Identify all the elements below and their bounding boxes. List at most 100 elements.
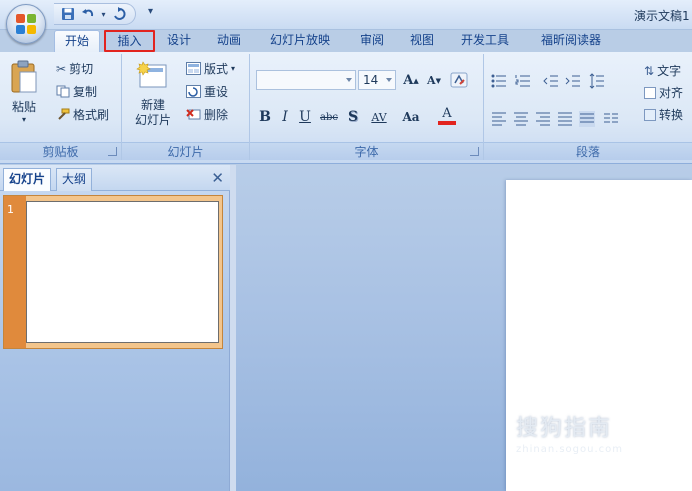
tab-home[interactable]: 开始: [54, 30, 100, 52]
format-painter-button[interactable]: 格式刷: [56, 106, 109, 123]
shrink-font-button[interactable]: A ▼: [424, 69, 444, 91]
format-painter-label: 格式刷: [73, 108, 110, 122]
text-direction-button[interactable]: ⇅ 文字: [644, 62, 681, 79]
new-slide-button[interactable]: 新建 幻灯片: [126, 58, 180, 132]
reset-label: 重设: [204, 85, 229, 99]
tab-insert[interactable]: 插入: [104, 30, 155, 52]
watermark: 搜狗指南 zhinan.sogou.com: [516, 410, 623, 455]
tab-slideshow[interactable]: 幻灯片放映: [260, 30, 340, 52]
align-text-label: 对齐: [659, 86, 684, 100]
copy-icon: [56, 85, 70, 98]
slides-group-label: 幻灯片: [122, 142, 249, 160]
paste-dropdown-icon: ▾: [21, 115, 26, 124]
undo-icon[interactable]: [80, 6, 96, 22]
reset-button[interactable]: 重设: [186, 83, 228, 100]
numbering-icon[interactable]: [514, 72, 532, 90]
new-slide-label-1: 新建: [140, 98, 165, 112]
clipboard-group: 粘贴 ▾ ✂ 剪切 复制 格式刷 剪贴板: [0, 54, 122, 160]
customize-qat-icon[interactable]: ▾: [148, 6, 153, 17]
paste-button[interactable]: 粘贴 ▾: [6, 60, 42, 124]
increase-indent-icon[interactable]: [564, 72, 582, 90]
title-bar: ▾ ▾ 演示文稿1: [0, 0, 692, 30]
quick-access-toolbar: ▾: [54, 3, 136, 25]
text-direction-label: 文字: [657, 64, 682, 78]
paragraph-group: ⇅ 文字 对齐 转换 段落: [484, 54, 692, 160]
font-size-dropdown-icon: [386, 78, 392, 82]
tab-developer[interactable]: 开发工具: [452, 30, 518, 52]
strikethrough-button[interactable]: abc: [316, 106, 342, 128]
delete-icon: [186, 109, 201, 120]
clear-format-button[interactable]: [448, 69, 470, 91]
font-size-combo[interactable]: 14: [358, 70, 396, 90]
distributed-icon[interactable]: [578, 110, 596, 128]
tab-view[interactable]: 视图: [402, 30, 442, 52]
slide-thumbnail[interactable]: [3, 195, 223, 349]
powerpoint-window: ▾ ▾ 演示文稿1 开始 插入 设计 动画 幻灯片放映 审阅 视图 开发工具 福…: [0, 0, 692, 491]
tab-review[interactable]: 审阅: [352, 30, 392, 52]
bold-button[interactable]: B: [256, 106, 274, 128]
slide-number: 1: [7, 203, 14, 216]
slides-group: 新建 幻灯片 版式 ▾ 重设 删除 幻灯片: [122, 54, 250, 160]
justify-icon[interactable]: [556, 110, 574, 128]
pane-tabs: 幻灯片 大纲 ✕: [0, 165, 230, 191]
smartart-icon: [644, 108, 656, 121]
watermark-text: 搜狗指南: [516, 416, 613, 441]
clear-format-icon: [450, 72, 468, 88]
convert-smartart-button[interactable]: 转换: [644, 106, 683, 123]
undo-dropdown-icon[interactable]: ▾: [100, 6, 107, 22]
font-name-dropdown-icon: [346, 78, 352, 82]
tab-design[interactable]: 设计: [160, 30, 198, 52]
layout-button[interactable]: 版式 ▾: [186, 60, 235, 77]
save-icon[interactable]: [60, 6, 76, 22]
delete-button[interactable]: 删除: [186, 106, 228, 123]
redo-icon[interactable]: [111, 6, 127, 22]
close-icon[interactable]: ✕: [211, 169, 224, 187]
font-color-button[interactable]: A: [432, 104, 462, 128]
ribbon-tabs: 开始 插入 设计 动画 幻灯片放映 审阅 视图 开发工具 福昕阅读器: [0, 30, 692, 52]
ribbon: 粘贴 ▾ ✂ 剪切 复制 格式刷 剪贴板 新建 幻灯片 版式 ▾ 重设 删除 幻…: [0, 52, 692, 164]
convert-label: 转换: [659, 108, 684, 122]
font-color-swatch: [438, 121, 456, 125]
tab-slides[interactable]: 幻灯片: [3, 168, 52, 191]
bullets-icon[interactable]: [490, 72, 508, 90]
layout-label: 版式: [204, 62, 229, 76]
tab-foxit-reader[interactable]: 福昕阅读器: [530, 30, 612, 52]
change-case-button[interactable]: Aa: [396, 106, 426, 128]
document-title: 演示文稿1: [634, 9, 690, 23]
copy-button[interactable]: 复制: [56, 83, 97, 100]
text-shadow-button[interactable]: S: [344, 106, 362, 128]
new-slide-label-2: 幻灯片: [134, 113, 171, 127]
office-logo-icon: [16, 14, 36, 34]
align-text-icon: [644, 86, 656, 99]
align-right-icon[interactable]: [534, 110, 552, 128]
char-spacing-button[interactable]: AV: [364, 106, 394, 128]
font-color-label: A: [442, 106, 452, 121]
tab-animations[interactable]: 动画: [209, 30, 249, 52]
underline-button[interactable]: U: [296, 106, 314, 128]
line-spacing-icon[interactable]: [588, 72, 606, 90]
delete-label: 删除: [204, 108, 229, 122]
paste-icon: [11, 60, 37, 93]
clipboard-launcher-icon[interactable]: [108, 147, 117, 156]
font-name-combo[interactable]: [256, 70, 356, 90]
align-center-icon[interactable]: [512, 110, 530, 128]
grow-arrow-icon: ▲: [413, 75, 419, 85]
layout-icon: [186, 62, 201, 75]
align-left-icon[interactable]: [490, 110, 508, 128]
cut-button[interactable]: ✂ 剪切: [56, 60, 93, 77]
office-button[interactable]: [6, 4, 46, 44]
copy-label: 复制: [73, 85, 98, 99]
grow-font-button[interactable]: A ▲: [401, 69, 421, 91]
columns-icon[interactable]: [602, 110, 620, 128]
tab-outline[interactable]: 大纲: [56, 168, 93, 191]
cut-label: 剪切: [69, 62, 94, 76]
font-group: 14 A ▲ A ▼ B I U abc S AV Aa A 字体: [250, 54, 484, 160]
shrink-arrow-icon: ▼: [435, 75, 441, 85]
format-painter-icon: [58, 108, 70, 120]
font-launcher-icon[interactable]: [470, 147, 479, 156]
decrease-indent-icon[interactable]: [542, 72, 560, 90]
italic-button[interactable]: I: [276, 106, 294, 128]
new-slide-icon: [136, 61, 167, 88]
align-text-button[interactable]: 对齐: [644, 84, 683, 101]
watermark-url: zhinan.sogou.com: [516, 444, 624, 455]
